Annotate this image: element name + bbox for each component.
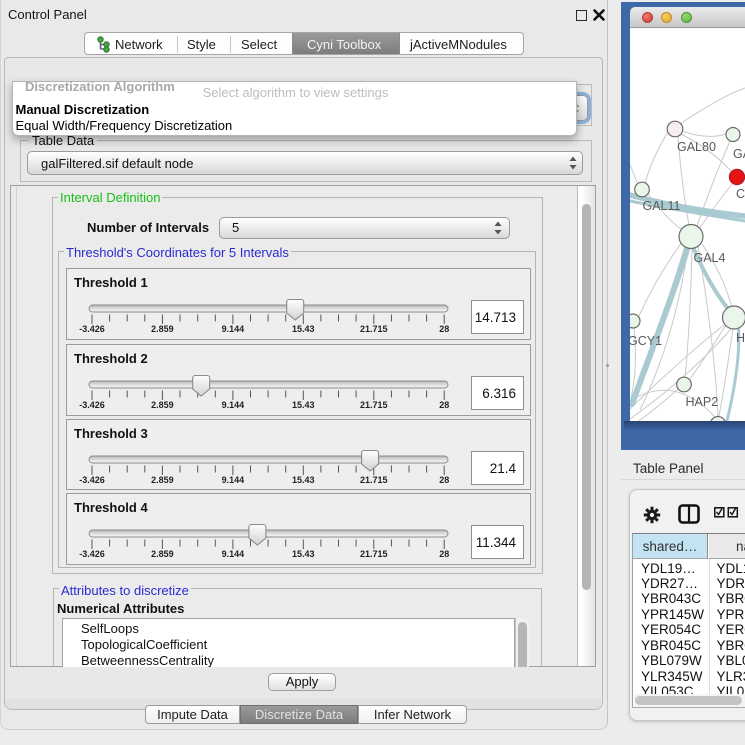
svg-text:28: 28 — [439, 400, 449, 410]
svg-text:9.144: 9.144 — [222, 324, 245, 334]
svg-text:21.715: 21.715 — [360, 324, 388, 334]
svg-text:GAL11: GAL11 — [643, 199, 681, 213]
svg-text:HI: HI — [736, 331, 745, 345]
svg-text:15.43: 15.43 — [292, 400, 315, 410]
svg-text:9.144: 9.144 — [222, 475, 245, 485]
svg-text:GAL80: GAL80 — [677, 140, 716, 154]
svg-text:GAL: GAL — [733, 147, 745, 161]
svg-text:9.144: 9.144 — [222, 400, 245, 410]
svg-text:2.859: 2.859 — [151, 549, 174, 559]
svg-text:GCY1: GCY1 — [630, 334, 662, 348]
svg-text:-3.426: -3.426 — [79, 475, 105, 485]
svg-text:-3.426: -3.426 — [79, 400, 105, 410]
svg-text:28: 28 — [439, 324, 449, 334]
svg-text:21.715: 21.715 — [360, 400, 388, 410]
svg-text:15.43: 15.43 — [292, 324, 315, 334]
svg-text:-3.426: -3.426 — [79, 549, 105, 559]
svg-text:15.43: 15.43 — [292, 475, 315, 485]
svg-text:-3.426: -3.426 — [79, 324, 105, 334]
svg-text:2.859: 2.859 — [151, 400, 174, 410]
svg-text:9.144: 9.144 — [222, 549, 245, 559]
svg-text:21.715: 21.715 — [360, 475, 388, 485]
svg-text:HAP2: HAP2 — [686, 395, 719, 409]
svg-text:2.859: 2.859 — [151, 475, 174, 485]
svg-text:CD: CD — [736, 187, 745, 201]
svg-text:28: 28 — [439, 475, 449, 485]
svg-text:28: 28 — [439, 549, 449, 559]
svg-text:GAL4: GAL4 — [694, 251, 726, 265]
svg-text:15.43: 15.43 — [292, 549, 315, 559]
svg-text:2.859: 2.859 — [151, 324, 174, 334]
svg-text:21.715: 21.715 — [360, 549, 388, 559]
